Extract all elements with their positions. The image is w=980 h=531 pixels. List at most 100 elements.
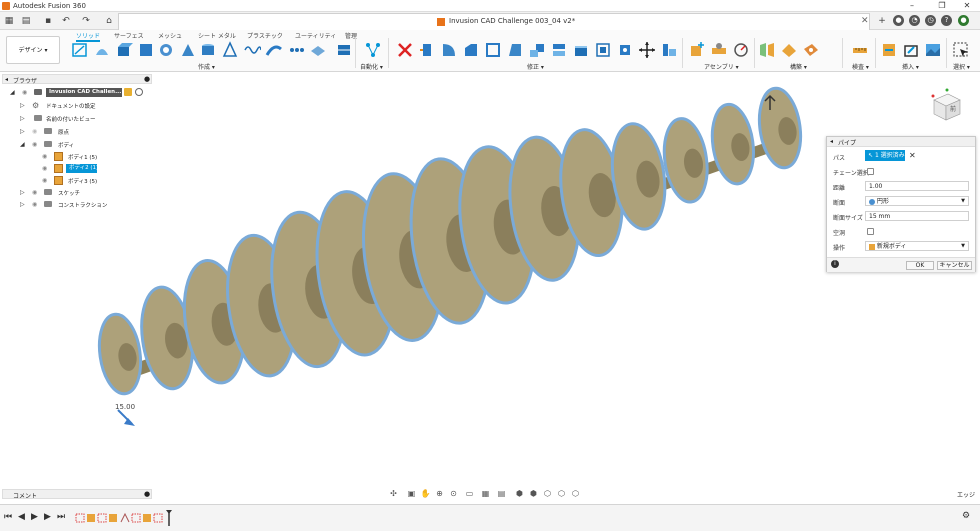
notifications-icon[interactable]: ◔ (909, 15, 920, 26)
align-icon[interactable] (660, 41, 678, 59)
tab-surface[interactable]: サーフェス (114, 31, 144, 40)
insert-derive-icon[interactable] (880, 41, 898, 59)
insert-canvas-icon[interactable] (924, 41, 942, 59)
chamfer-icon[interactable] (462, 41, 480, 59)
replace-face-icon[interactable] (572, 41, 590, 59)
activate-radio-icon[interactable] (135, 88, 143, 96)
browser-row-root[interactable]: ◢ ◉ Invusion CAD Challen... (2, 87, 152, 98)
step-back-icon[interactable]: ◀ (18, 512, 25, 522)
section-select[interactable]: 円形 ▼ (865, 196, 969, 206)
collapse-icon[interactable]: ◂ (5, 76, 8, 83)
tangent-plane-icon[interactable] (802, 41, 820, 59)
viewports-icon[interactable]: ▤ (496, 488, 507, 499)
zoom-icon[interactable]: ⊕ (434, 488, 445, 499)
revolve-icon[interactable] (137, 41, 155, 59)
section-size-input[interactable]: 15 mm (865, 211, 969, 221)
job-status-icon[interactable]: ● (893, 15, 904, 26)
timeline-sketch-icon[interactable] (131, 513, 141, 523)
loft-icon[interactable] (179, 41, 197, 59)
chain-select-checkbox[interactable] (867, 168, 874, 175)
select-body-filter-icon[interactable]: ⬢ (514, 488, 525, 499)
tab-mesh[interactable]: メッシュ (158, 31, 182, 40)
coil-icon[interactable] (243, 41, 261, 59)
tab-utilities[interactable]: ユーティリティ (295, 31, 336, 40)
timeline-coil-icon[interactable] (120, 512, 130, 523)
add-comment-icon[interactable]: ● (144, 490, 150, 498)
expand-arrow-icon[interactable]: ▷ (20, 189, 25, 196)
helix-model[interactable] (95, 86, 806, 397)
extrude-icon[interactable] (115, 41, 133, 59)
browser-row-document-settings[interactable]: ▷ ⚙ ドキュメントの設定 (2, 100, 152, 111)
browser-row-sketches[interactable]: ▷ ◉ スケッチ (2, 187, 152, 198)
viewcube[interactable]: 前 (926, 86, 966, 126)
distance-input[interactable]: 1.00 (865, 181, 969, 191)
select-face-filter-icon[interactable]: ⬡ (542, 488, 553, 499)
grid-settings-icon[interactable]: ▦ (480, 488, 491, 499)
pipe-icon[interactable] (265, 41, 283, 59)
press-pull-icon[interactable] (418, 41, 436, 59)
scale-icon[interactable] (528, 41, 546, 59)
visibility-eye-icon[interactable]: ◉ (32, 189, 37, 196)
visibility-eye-icon[interactable]: ◉ (32, 201, 37, 208)
browser-row-named-views[interactable]: ▷ 名前の付いたビュー (2, 113, 152, 124)
select-component-filter-icon[interactable]: ⬢ (528, 488, 539, 499)
browser-row-body1[interactable]: ◉ ボディ1 (5) (2, 151, 152, 162)
select-vertex-filter-icon[interactable]: ⬡ (570, 488, 581, 499)
timeline-marker-head-icon[interactable] (166, 510, 172, 514)
ok-button[interactable]: OK (906, 261, 934, 270)
visibility-eye-icon[interactable]: ◉ (22, 89, 27, 96)
timeline-feature-icon[interactable] (143, 514, 151, 522)
combine-icon[interactable] (550, 41, 568, 59)
visibility-eye-icon[interactable]: ◉ (32, 141, 37, 148)
look-at-icon[interactable]: ▣ (406, 488, 417, 499)
operation-select[interactable]: 新規ボディ ▼ (865, 241, 969, 251)
pattern-icon[interactable] (287, 41, 305, 59)
delete-icon[interactable] (396, 41, 414, 59)
mirror-icon[interactable] (309, 41, 327, 59)
motion-study-icon[interactable] (732, 41, 750, 59)
new-component-icon[interactable] (688, 41, 706, 59)
split-body-icon[interactable] (616, 41, 634, 59)
expand-arrow-icon[interactable]: ▷ (20, 102, 25, 109)
expand-arrow-icon[interactable]: ▷ (20, 201, 25, 208)
group-automate-label[interactable]: 自動化 ▾ (360, 62, 383, 71)
offset-plane-icon[interactable] (758, 41, 776, 59)
expand-arrow-icon[interactable]: ◢ (10, 89, 15, 96)
group-select-label[interactable]: 選択 ▾ (953, 62, 970, 71)
home-icon[interactable]: ⌂ (103, 15, 115, 27)
visibility-eye-icon[interactable]: ◉ (42, 165, 47, 172)
workspace-switcher[interactable]: デザイン ▾ (6, 36, 60, 64)
draft-icon[interactable] (506, 41, 524, 59)
browser-row-body3[interactable]: ◉ ボディ3 (5) (2, 175, 152, 186)
fit-icon[interactable]: ⊙ (448, 488, 459, 499)
select-icon[interactable] (952, 41, 970, 59)
tab-sheet-metal[interactable]: シート メタル (198, 31, 236, 40)
arrow-head-icon[interactable] (124, 418, 135, 426)
tab-plastic[interactable]: プラスチック (247, 31, 283, 40)
timeline-feature-icon[interactable] (109, 514, 117, 522)
cylinder-icon[interactable] (199, 41, 217, 59)
group-insert-label[interactable]: 挿入 ▾ (902, 62, 919, 71)
box-icon[interactable] (335, 41, 353, 59)
clear-selection-icon[interactable]: ✕ (909, 151, 916, 160)
browser-row-body2[interactable]: ◉ ボディ2 (1) (2, 163, 152, 174)
expand-arrow-icon[interactable]: ▷ (20, 115, 25, 122)
minimize-icon[interactable]: – (900, 1, 924, 11)
timeline-sketch-icon[interactable] (75, 513, 85, 523)
browser-row-construction[interactable]: ▷ ◉ コンストラクション (2, 199, 152, 210)
dialog-header[interactable]: ◂ パイプ (827, 137, 975, 147)
cancel-button[interactable]: キャンセル (937, 261, 972, 270)
hollow-checkbox[interactable] (867, 228, 874, 235)
automate-icon[interactable] (364, 41, 382, 59)
measure-icon[interactable] (851, 41, 869, 59)
split-face-icon[interactable] (594, 41, 612, 59)
pan-icon[interactable]: ✋ (420, 488, 431, 499)
group-inspect-label[interactable]: 検査 ▾ (852, 62, 869, 71)
new-tab-icon[interactable]: + (876, 15, 888, 27)
timeline-settings-icon[interactable]: ⚙ (962, 511, 970, 521)
grid-menu-icon[interactable]: ▦ (3, 15, 15, 27)
play-icon[interactable]: ▶ (31, 512, 38, 522)
maximize-icon[interactable]: ❐ (930, 1, 954, 11)
timeline-feature-icon[interactable] (87, 514, 95, 522)
visibility-eye-icon[interactable]: ◉ (32, 128, 37, 135)
